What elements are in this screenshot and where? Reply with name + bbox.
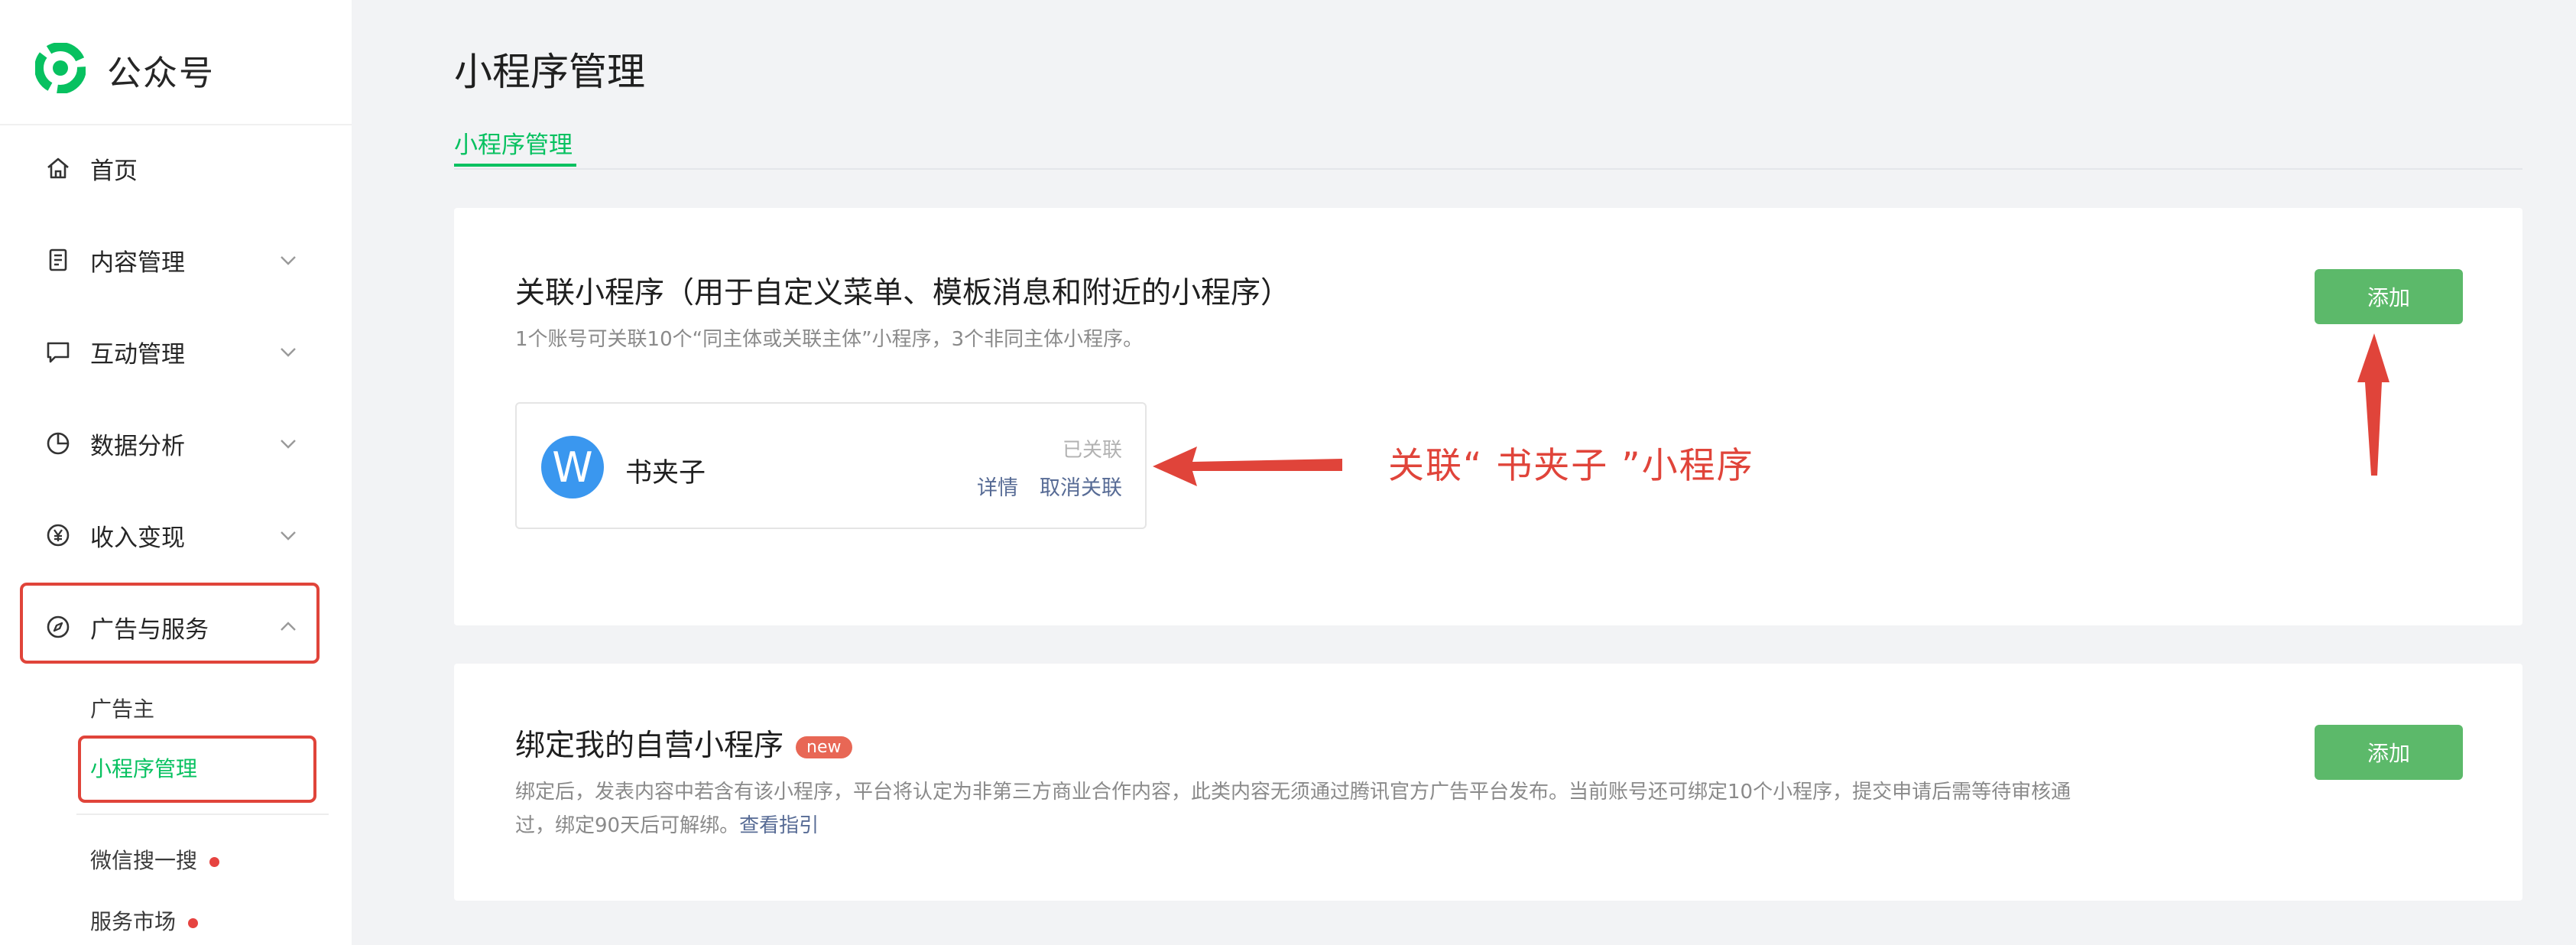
divider	[76, 813, 329, 815]
yen-icon	[44, 521, 72, 549]
tab-bar-divider	[454, 168, 2522, 170]
card-description-text: 过，绑定90天后可解绑。	[515, 814, 740, 837]
sidebar-subitem-advertiser[interactable]: 广告主	[90, 693, 154, 723]
card-description: 绑定后，发表内容中若含有该小程序，平台将认定为非第三方商业合作内容，此类内容无须…	[515, 775, 2273, 843]
new-badge: new	[796, 736, 852, 758]
chat-icon	[44, 338, 72, 365]
sidebar-item-label: 互动管理	[90, 340, 185, 369]
linked-miniprogram-card: 关联小程序（用于自定义菜单、模板消息和附近的小程序） 1个账号可关联10个“同主…	[454, 208, 2522, 625]
wechat-official-logo-icon	[34, 42, 86, 96]
card-title-text: 绑定我的自营小程序	[515, 729, 784, 763]
tab-miniprogram-manage[interactable]: 小程序管理	[454, 125, 573, 160]
annotation-text: 关联“ 书夹子 ”小程序	[1388, 445, 1754, 487]
notification-dot	[209, 856, 220, 867]
self-operated-miniprogram-card: 绑定我的自营小程序 new 绑定后，发表内容中若含有该小程序，平台将认定为非第三方…	[454, 664, 2522, 901]
card-description-line: 绑定后，发表内容中若含有该小程序，平台将认定为非第三方商业合作内容，此类内容无须…	[515, 781, 2072, 804]
card-description: 1个账号可关联10个“同主体或关联主体”小程序，3个非同主体小程序。	[515, 328, 1144, 351]
chevron-down-icon	[277, 248, 300, 271]
miniprogram-actions: 详情 取消关联	[955, 471, 1122, 501]
sidebar-item-analytics[interactable]: 数据分析	[0, 413, 352, 474]
miniprogram-name: 书夹子	[625, 458, 706, 489]
unlink-link[interactable]: 取消关联	[1040, 476, 1122, 500]
pie-chart-icon	[44, 430, 72, 457]
sidebar-item-home[interactable]: 首页	[0, 138, 352, 199]
divider	[0, 124, 352, 125]
card-title: 关联小程序（用于自定义菜单、模板消息和附近的小程序）	[515, 276, 1291, 310]
link-status: 已关联	[1062, 439, 1122, 462]
highlight-box-miniprogram-manage	[78, 736, 316, 803]
sidebar-item-label: 数据分析	[90, 432, 185, 460]
home-icon	[44, 154, 72, 182]
page-title: 小程序管理	[454, 50, 645, 94]
chevron-down-icon	[277, 524, 300, 547]
view-guide-link[interactable]: 查看指引	[739, 814, 819, 837]
sidebar-subitem-label: 服务市场	[90, 909, 177, 934]
tab-active-indicator	[454, 164, 576, 167]
miniprogram-avatar: W	[541, 436, 604, 498]
chevron-down-icon	[277, 432, 300, 455]
document-icon	[44, 246, 72, 274]
add-self-miniprogram-button[interactable]: 添加	[2315, 725, 2463, 780]
sidebar-subitem-wechat-search[interactable]: 微信搜一搜	[90, 844, 220, 875]
sidebar-item-revenue[interactable]: 收入变现	[0, 505, 352, 566]
add-linked-miniprogram-button[interactable]: 添加	[2315, 269, 2463, 324]
sidebar-item-content[interactable]: 内容管理	[0, 229, 352, 291]
chevron-down-icon	[277, 340, 300, 363]
highlight-box-ads-services	[20, 583, 320, 664]
detail-link[interactable]: 详情	[977, 476, 1018, 500]
sidebar-item-interaction[interactable]: 互动管理	[0, 321, 352, 382]
notification-dot	[188, 917, 199, 928]
sidebar-item-label: 内容管理	[90, 248, 185, 277]
logo[interactable]: 公众号	[34, 42, 216, 96]
sidebar-item-label: 收入变现	[90, 524, 185, 552]
app-name: 公众号	[107, 52, 216, 93]
sidebar-subitem-service-market[interactable]: 服务市场	[90, 905, 199, 936]
sidebar-item-label: 首页	[90, 157, 138, 185]
miniprogram-item: W 书夹子 已关联 详情 取消关联	[515, 402, 1147, 529]
card-title: 绑定我的自营小程序 new	[515, 722, 852, 765]
card-description-line: 过，绑定90天后可解绑。查看指引	[515, 809, 2273, 843]
sidebar: 公众号 首页 内容管理 互动管理 数据分析 收入变现 广告与服务 广告主 小程序…	[0, 0, 352, 945]
sidebar-subitem-label: 微信搜一搜	[90, 848, 198, 873]
